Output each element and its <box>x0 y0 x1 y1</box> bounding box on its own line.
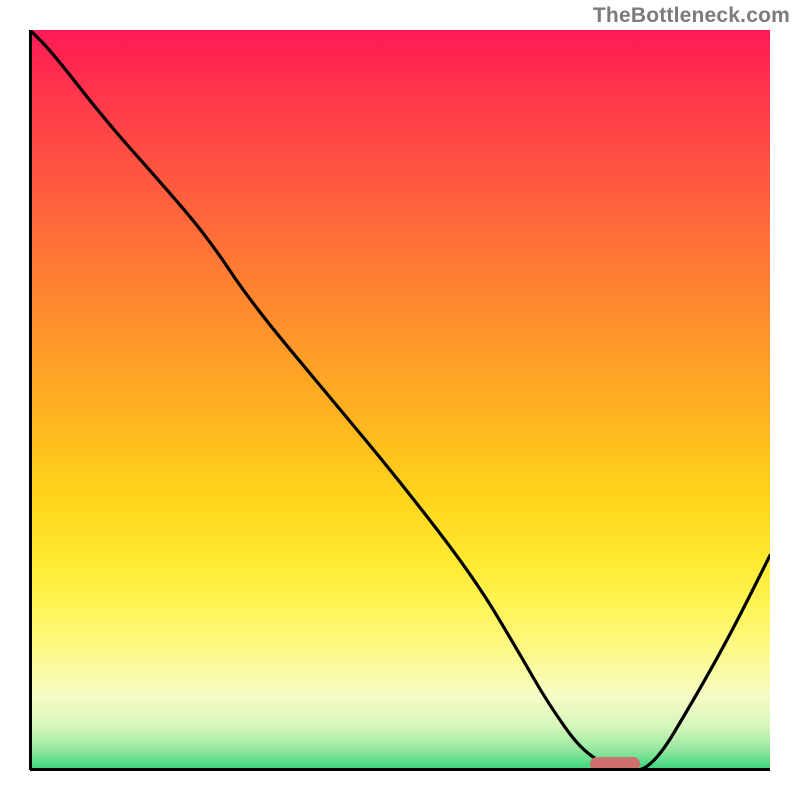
attribution-text: TheBottleneck.com <box>593 4 790 28</box>
bottleneck-curve <box>30 30 770 770</box>
optimal-marker <box>590 757 640 771</box>
plot-area <box>30 30 770 770</box>
